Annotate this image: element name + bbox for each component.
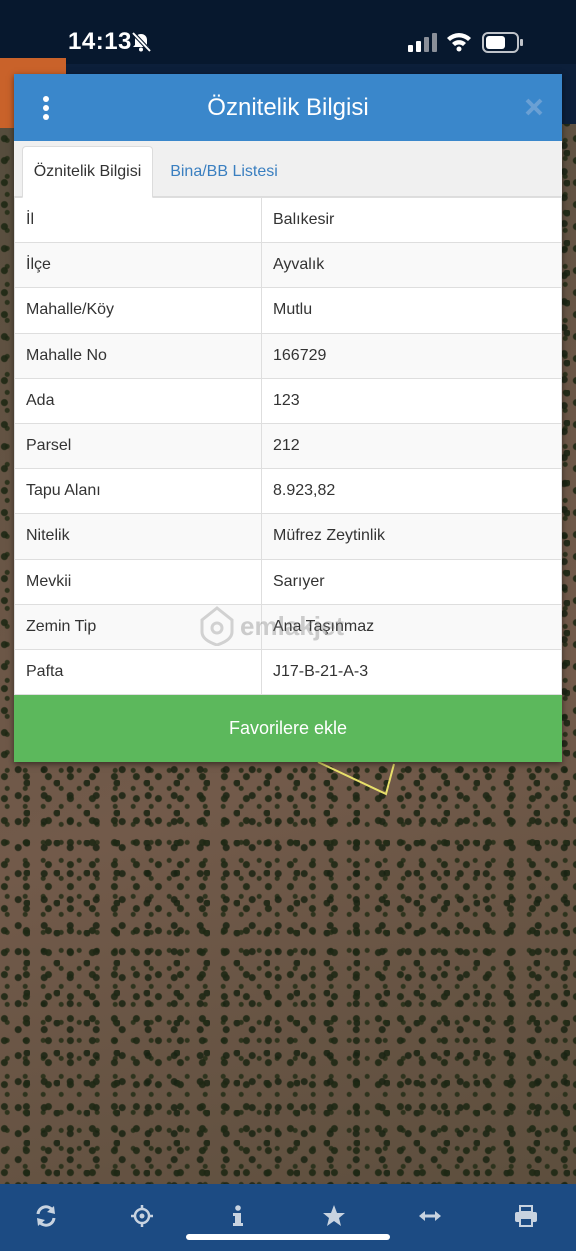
tab-attribute-info[interactable]: Öznitelik Bilgisi [22, 146, 153, 198]
row-key: İlçe [14, 242, 262, 289]
signal-icon [408, 33, 437, 52]
dialog-title: Öznitelik Bilgisi [207, 93, 369, 121]
table-row: Mahalle/Köy Mutlu [14, 287, 562, 334]
row-value: 212 [261, 422, 562, 470]
print-icon[interactable] [514, 1204, 538, 1228]
parcel-boundary [317, 761, 395, 796]
table-row: Tapu Alanı 8.923,82 [14, 468, 562, 515]
status-bar: 14:13 [0, 0, 576, 64]
table-row: Mahalle No 166729 [14, 332, 562, 379]
home-indicator[interactable] [186, 1234, 390, 1240]
row-value: Ana Taşınmaz [261, 603, 562, 650]
row-key: Ada [14, 377, 262, 424]
row-key: İl [14, 196, 262, 244]
row-value: 166729 [261, 332, 562, 379]
status-time: 14:13 [68, 28, 132, 55]
tab-bar: Öznitelik Bilgisi Bina/BB Listesi [14, 141, 562, 198]
row-key: Mevkii [14, 558, 262, 605]
attribute-dialog: Öznitelik Bilgisi Öznitelik Bilgisi Bina… [14, 74, 562, 762]
row-key: Mahalle No [14, 332, 262, 379]
row-key: Pafta [14, 648, 262, 696]
kebab-menu-icon[interactable] [40, 95, 52, 121]
tab-building-list[interactable]: Bina/BB Listesi [154, 146, 294, 198]
table-row: Pafta J17-B-21-A-3 [14, 648, 562, 696]
measure-icon[interactable] [418, 1204, 442, 1228]
row-value: Müfrez Zeytinlik [261, 513, 562, 560]
table-row: Ada 123 [14, 377, 562, 424]
table-row: İlçe Ayvalık [14, 242, 562, 289]
table-row: Mevkii Sarıyer [14, 558, 562, 605]
row-key: Parsel [14, 422, 262, 470]
attribute-table: İl Balıkesir İlçe Ayvalık Mahalle/Köy Mu… [14, 196, 562, 696]
info-icon[interactable] [232, 1204, 244, 1228]
close-icon[interactable] [524, 97, 544, 117]
row-key: Zemin Tip [14, 603, 262, 650]
bottom-toolbar [0, 1184, 576, 1251]
row-value: Sarıyer [261, 558, 562, 605]
locate-icon[interactable] [130, 1204, 154, 1228]
row-value: 8.923,82 [261, 468, 562, 515]
battery-icon [482, 32, 523, 53]
table-row: Parsel 212 [14, 422, 562, 470]
row-value: 123 [261, 377, 562, 424]
row-value: Ayvalık [261, 242, 562, 289]
row-key: Nitelik [14, 513, 262, 560]
table-row: Nitelik Müfrez Zeytinlik [14, 513, 562, 560]
row-key: Tapu Alanı [14, 468, 262, 515]
table-row: İl Balıkesir [14, 196, 562, 244]
row-value: J17-B-21-A-3 [261, 648, 562, 696]
refresh-icon[interactable] [34, 1204, 58, 1228]
row-value: Balıkesir [261, 196, 562, 244]
row-key: Mahalle/Köy [14, 287, 262, 334]
table-row: Zemin Tip Ana Taşınmaz [14, 603, 562, 650]
dialog-header: Öznitelik Bilgisi [14, 74, 562, 141]
add-favorite-button[interactable]: Favorilere ekle [14, 695, 562, 762]
row-value: Mutlu [261, 287, 562, 334]
bell-slash-icon [131, 31, 152, 53]
wifi-icon [447, 33, 471, 52]
star-icon[interactable] [322, 1204, 346, 1228]
